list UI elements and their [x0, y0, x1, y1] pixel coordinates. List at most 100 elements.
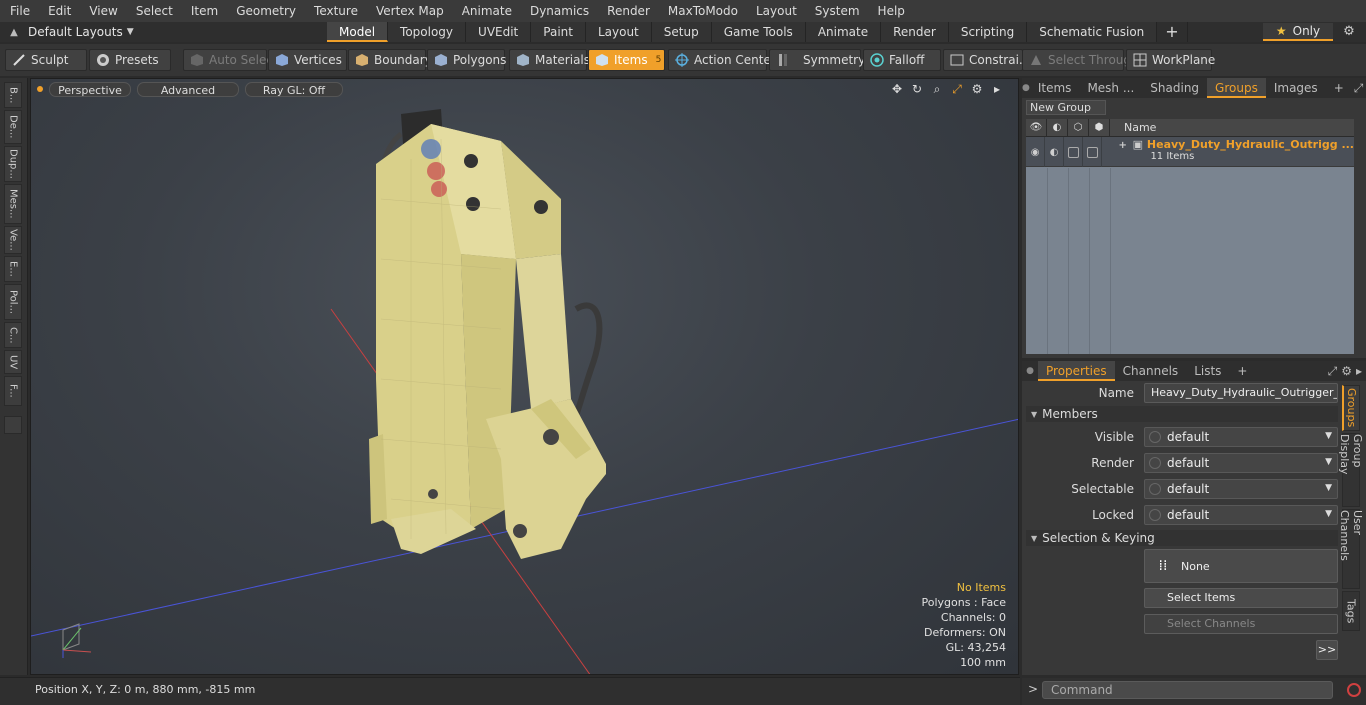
select-items-button[interactable]: Select Items	[1144, 588, 1338, 608]
row-render-icon[interactable]: ◐	[1045, 137, 1065, 167]
left-tab-extra[interactable]	[4, 416, 22, 434]
menu-geometry[interactable]: Geometry	[226, 0, 304, 22]
materials-button[interactable]: Materials	[509, 49, 590, 71]
select-through-button[interactable]: Select Through	[1022, 49, 1139, 71]
tab-channels[interactable]: Channels	[1115, 361, 1187, 381]
side-tab-group-display[interactable]: Group Display	[1338, 433, 1364, 507]
add-properties-tab-icon[interactable]: +	[1229, 361, 1255, 381]
view-perspective-button[interactable]: Perspective	[49, 81, 131, 97]
falloff-button[interactable]: Falloff	[863, 49, 941, 71]
select-column-icon[interactable]: ⬢	[1089, 118, 1110, 137]
menu-file[interactable]: File	[0, 0, 38, 22]
menu-help[interactable]: Help	[868, 0, 913, 22]
menu-maxtomodo[interactable]: MaxToModo	[658, 0, 746, 22]
maximize-icon[interactable]: ⤢	[950, 82, 964, 96]
select-channels-button[interactable]: Select Channels	[1144, 614, 1338, 634]
row-lock-toggle[interactable]	[1064, 137, 1084, 167]
side-tab-groups[interactable]: Groups	[1342, 385, 1360, 431]
selection-keying-section[interactable]: ▼ Selection & Keying	[1026, 530, 1338, 546]
menu-system[interactable]: System	[805, 0, 868, 22]
polygons-button[interactable]: Polygons	[427, 49, 506, 71]
3d-viewport[interactable]: Perspective Advanced Ray GL: Off ✥ ↻ ⌕ ⤢…	[30, 78, 1019, 675]
menu-vertex-map[interactable]: Vertex Map	[366, 0, 452, 22]
panel-maximize-icon[interactable]: ⤢	[1352, 78, 1366, 98]
visible-dropdown[interactable]: default ▼	[1144, 427, 1338, 447]
add-panel-tab-icon[interactable]: +	[1326, 78, 1352, 98]
add-tab-icon[interactable]: +	[1157, 22, 1188, 42]
properties-maximize-icon[interactable]: ⤢	[1326, 361, 1340, 381]
items-button[interactable]: Items 5	[588, 49, 665, 71]
menu-layout[interactable]: Layout	[746, 0, 805, 22]
tab-groups[interactable]: Groups	[1207, 78, 1266, 98]
tab-game-tools[interactable]: Game Tools	[711, 22, 806, 42]
layout-selector[interactable]: ▲ Default Layouts ▼	[0, 22, 170, 42]
tab-shading[interactable]: Shading	[1142, 78, 1207, 98]
tab-uvedit[interactable]: UVEdit	[466, 22, 532, 42]
menu-select[interactable]: Select	[126, 0, 181, 22]
record-icon[interactable]	[1346, 682, 1362, 698]
left-tab-curve[interactable]: C...	[4, 322, 22, 348]
eye-icon[interactable]: 👁	[1026, 118, 1047, 137]
presets-button[interactable]: Presets	[89, 49, 171, 71]
tab-properties[interactable]: Properties	[1038, 361, 1115, 381]
left-tab-edge[interactable]: E...	[4, 256, 22, 282]
viewport-expand-icon[interactable]: ▸	[990, 82, 1004, 96]
tab-items[interactable]: Items	[1030, 78, 1080, 98]
tab-paint[interactable]: Paint	[531, 22, 586, 42]
viewport-menu-dot[interactable]	[37, 86, 43, 92]
tab-model[interactable]: Model	[327, 22, 389, 42]
selectable-dropdown[interactable]: default ▼	[1144, 479, 1338, 499]
more-button[interactable]: >>	[1316, 640, 1338, 660]
rotate-icon[interactable]: ↻	[910, 82, 924, 96]
menu-texture[interactable]: Texture	[304, 0, 366, 22]
properties-settings-icon[interactable]: ⚙	[1339, 361, 1354, 381]
zoom-icon[interactable]: ⌕	[930, 82, 944, 96]
tab-lists[interactable]: Lists	[1186, 361, 1229, 381]
collapse-arrow-icon[interactable]: ▲	[0, 27, 28, 38]
menu-item[interactable]: Item	[181, 0, 226, 22]
render-icon[interactable]: ◐	[1047, 118, 1068, 137]
name-field[interactable]: Heavy_Duty_Hydraulic_Outrigger_Sta	[1144, 383, 1338, 403]
left-tab-vertex[interactable]: Ve...	[4, 226, 22, 254]
tab-mesh[interactable]: Mesh ...	[1079, 78, 1142, 98]
members-section[interactable]: ▼ Members	[1026, 406, 1338, 422]
lock-column-icon[interactable]: ⬡	[1068, 118, 1089, 137]
menu-animate[interactable]: Animate	[452, 0, 520, 22]
row-eye-icon[interactable]: ◉	[1026, 137, 1046, 167]
command-input[interactable]: Command	[1042, 681, 1333, 699]
viewport-settings-icon[interactable]: ⚙	[970, 82, 984, 96]
properties-expand-icon[interactable]: ▸	[1354, 361, 1366, 381]
group-row[interactable]: ◉ ◐ + ▣ Heavy_Duty_Hydraulic_Outrigg ...…	[1026, 137, 1354, 167]
workplane-button[interactable]: WorkPlane	[1126, 49, 1215, 71]
left-tab-fusion[interactable]: F...	[4, 376, 22, 406]
menu-dynamics[interactable]: Dynamics	[520, 0, 597, 22]
tab-render[interactable]: Render	[881, 22, 949, 42]
expand-plus-icon[interactable]: +	[1118, 140, 1126, 151]
auto-select-button[interactable]: Auto Select	[183, 49, 278, 71]
menu-render[interactable]: Render	[597, 0, 658, 22]
only-toggle[interactable]: ★ Only	[1263, 23, 1333, 41]
pan-icon[interactable]: ✥	[890, 82, 904, 96]
left-tab-duplicate[interactable]: Dup...	[4, 146, 22, 182]
tab-layout[interactable]: Layout	[585, 22, 652, 42]
vertices-button[interactable]: Vertices 1	[268, 49, 356, 71]
tab-setup[interactable]: Setup	[651, 22, 712, 42]
left-tab-deform[interactable]: De...	[4, 110, 22, 144]
side-tab-user-channels[interactable]: User Channels	[1338, 509, 1364, 589]
row-select-toggle[interactable]	[1083, 137, 1103, 167]
left-tab-basic[interactable]: B...	[4, 82, 22, 108]
gear-icon[interactable]: ⚙	[1340, 24, 1358, 40]
new-group-button[interactable]: New Group	[1026, 100, 1106, 115]
raygl-button[interactable]: Ray GL: Off	[245, 81, 343, 97]
side-tab-tags[interactable]: Tags	[1342, 591, 1360, 631]
none-button[interactable]: ⁞⁞ None	[1144, 549, 1338, 583]
action-center-button[interactable]: Action Center	[668, 49, 776, 71]
menu-view[interactable]: View	[79, 0, 125, 22]
tab-schematic-fusion[interactable]: Schematic Fusion	[1027, 22, 1158, 42]
shading-advanced-button[interactable]: Advanced	[137, 81, 239, 97]
symmetry-button[interactable]: Symmetry	[769, 49, 865, 71]
tab-images[interactable]: Images	[1266, 78, 1326, 98]
left-tab-mesh[interactable]: Mes...	[4, 184, 22, 224]
locked-dropdown[interactable]: default ▼	[1144, 505, 1338, 525]
sculpt-button[interactable]: Sculpt	[5, 49, 87, 71]
